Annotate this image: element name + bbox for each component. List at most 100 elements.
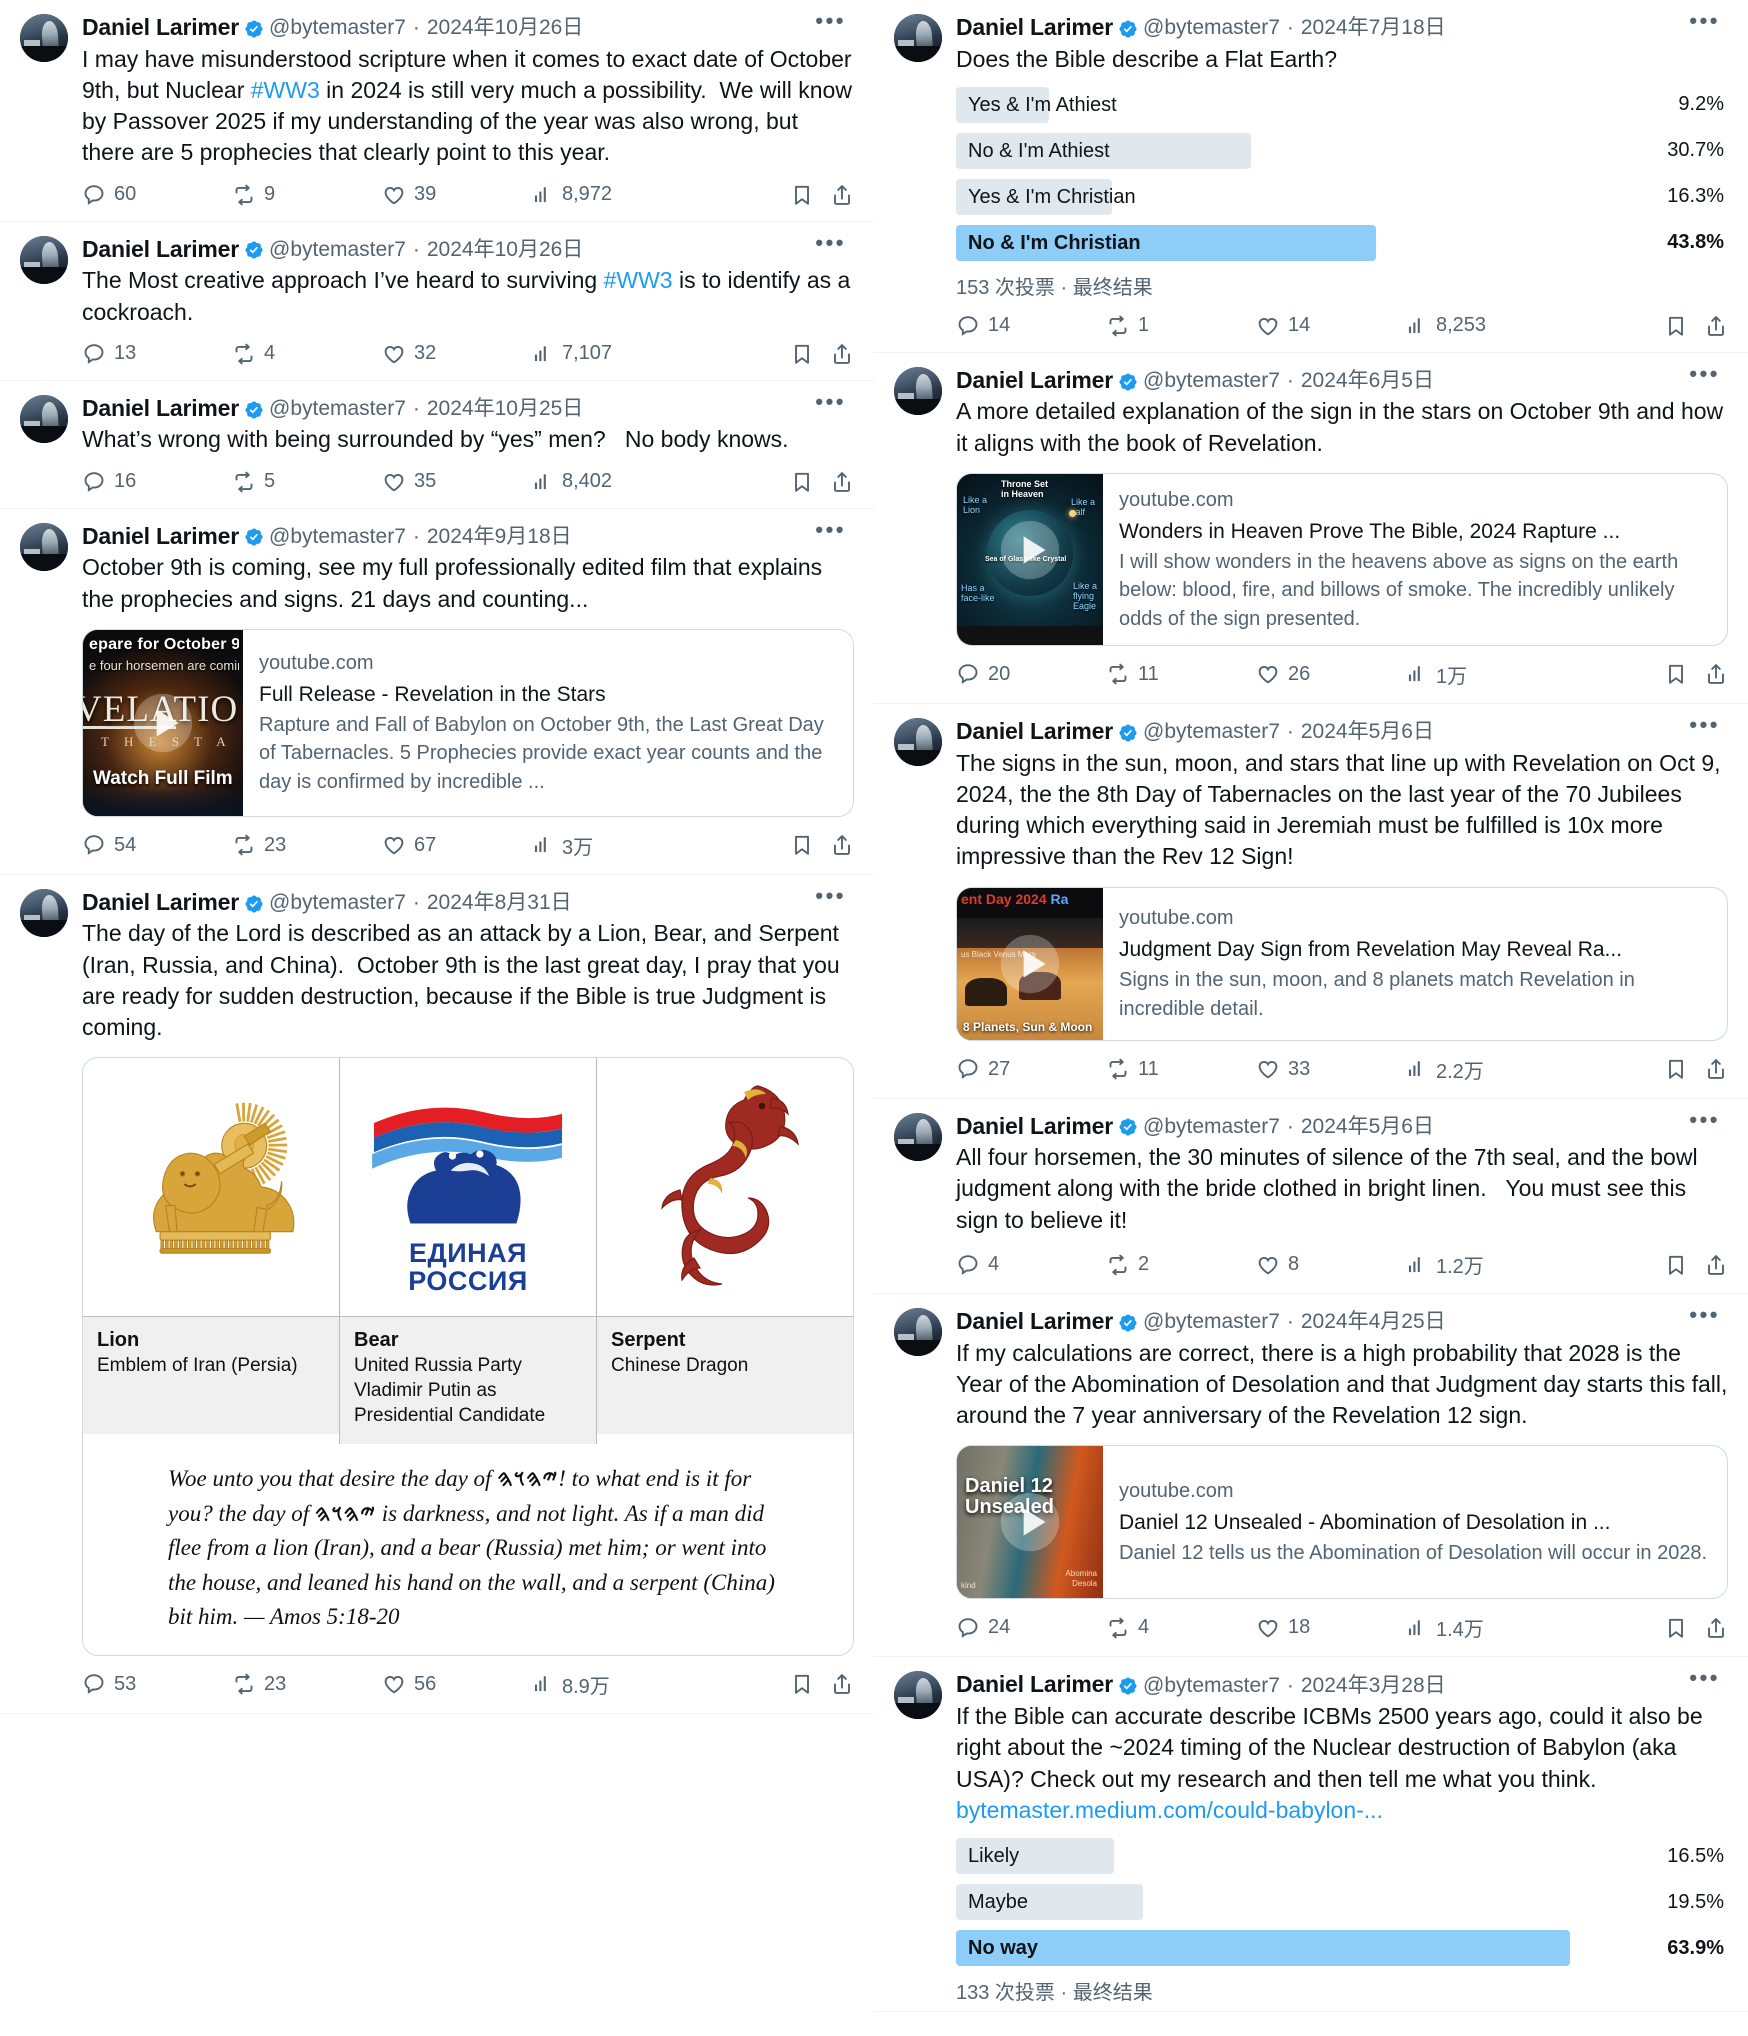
like-button[interactable]: 35: [382, 470, 532, 494]
author-name[interactable]: Daniel Larimer: [82, 14, 239, 42]
card-thumbnail[interactable]: epare for October 9 e four horsemen are c…: [83, 629, 243, 816]
tweet[interactable]: ••• Daniel Larimer @bytemaster7 · 2024年7月18日…: [874, 0, 1748, 353]
author-name[interactable]: Daniel Larimer: [82, 523, 239, 551]
author-handle[interactable]: @bytemaster7: [269, 890, 406, 915]
author-name[interactable]: Daniel Larimer: [956, 718, 1113, 746]
author-handle[interactable]: @bytemaster7: [269, 15, 406, 40]
poll-option[interactable]: Yes & I'm Athiest 9.2%: [956, 86, 1728, 123]
avatar[interactable]: [894, 1671, 942, 1720]
poll-option[interactable]: No & I'm Christian 43.8%: [956, 224, 1728, 261]
views-button[interactable]: 8.9万: [532, 1670, 682, 1699]
more-options-icon[interactable]: •••: [811, 231, 850, 253]
tweet-timestamp[interactable]: 2024年4月25日: [1301, 1309, 1446, 1334]
like-button[interactable]: 18: [1256, 1616, 1406, 1640]
like-button[interactable]: 33: [1256, 1057, 1406, 1081]
more-options-icon[interactable]: •••: [811, 884, 850, 906]
retweet-button[interactable]: 4: [1106, 1616, 1256, 1640]
avatar[interactable]: [20, 888, 68, 937]
bookmark-button[interactable]: [758, 470, 814, 494]
tweet-timestamp[interactable]: 2024年5月6日: [1301, 1114, 1434, 1139]
share-button[interactable]: [1688, 662, 1728, 686]
image-collage[interactable]: Lion Emblem of Iran (Persia) ЕДИНАЯ РОССИЯ B…: [82, 1057, 854, 1656]
more-options-icon[interactable]: •••: [811, 518, 850, 540]
retweet-button[interactable]: 4: [232, 342, 382, 366]
reply-button[interactable]: 16: [82, 470, 232, 494]
tweet[interactable]: ••• Daniel Larimer @bytemaster7 · 2024年5月6日 A…: [874, 1098, 1748, 1295]
author-handle[interactable]: @bytemaster7: [1143, 1309, 1280, 1334]
tweet-timestamp[interactable]: 2024年5月6日: [1301, 719, 1434, 744]
play-button-icon[interactable]: [999, 519, 1061, 581]
reply-button[interactable]: 13: [82, 342, 232, 366]
link-preview-card[interactable]: Throne Set in Heaven Like a Lion Like a calf S…: [956, 472, 1728, 646]
more-options-icon[interactable]: •••: [811, 10, 850, 32]
tweet-timestamp[interactable]: 2024年10月26日: [427, 237, 583, 262]
share-button[interactable]: [1688, 1057, 1728, 1081]
tweet[interactable]: ••• Daniel Larimer @bytemaster7 · 2024年10月26…: [0, 0, 874, 222]
tweet-timestamp[interactable]: 2024年6月5日: [1301, 368, 1434, 393]
avatar[interactable]: [894, 14, 942, 62]
bookmark-button[interactable]: [758, 183, 814, 207]
bookmark-button[interactable]: [758, 1672, 814, 1696]
reply-button[interactable]: 24: [956, 1616, 1106, 1640]
views-button[interactable]: 1万: [1406, 660, 1556, 689]
share-button[interactable]: [814, 470, 854, 494]
retweet-button[interactable]: 9: [232, 183, 382, 207]
retweet-button[interactable]: 23: [232, 833, 382, 857]
bookmark-button[interactable]: [1632, 1616, 1688, 1640]
more-options-icon[interactable]: •••: [811, 390, 850, 412]
retweet-button[interactable]: 1: [1106, 314, 1256, 338]
tweet[interactable]: ••• Daniel Larimer @bytemaster7 · 2024年10月25…: [0, 380, 874, 509]
play-button-icon[interactable]: [999, 933, 1061, 995]
author-name[interactable]: Daniel Larimer: [956, 1113, 1113, 1141]
bookmark-button[interactable]: [1632, 662, 1688, 686]
poll-option[interactable]: No & I'm Athiest 30.7%: [956, 132, 1728, 169]
retweet-button[interactable]: 11: [1106, 662, 1256, 686]
hashtag-link[interactable]: #WW3: [604, 267, 673, 293]
like-button[interactable]: 8: [1256, 1253, 1406, 1277]
avatar[interactable]: [20, 235, 68, 284]
tweet[interactable]: ••• Daniel Larimer @bytemaster7 · 2024年10月26…: [0, 221, 874, 381]
bookmark-button[interactable]: [1632, 1057, 1688, 1081]
reply-button[interactable]: 4: [956, 1253, 1106, 1277]
avatar[interactable]: [20, 14, 68, 62]
hashtag-link[interactable]: #WW3: [251, 77, 320, 103]
author-handle[interactable]: @bytemaster7: [269, 396, 406, 421]
author-handle[interactable]: @bytemaster7: [269, 524, 406, 549]
tweet-timestamp[interactable]: 2024年10月26日: [427, 15, 583, 40]
author-handle[interactable]: @bytemaster7: [1143, 1673, 1280, 1698]
author-name[interactable]: Daniel Larimer: [82, 395, 239, 423]
like-button[interactable]: 56: [382, 1672, 532, 1696]
like-button[interactable]: 32: [382, 342, 532, 366]
share-button[interactable]: [814, 342, 854, 366]
more-options-icon[interactable]: •••: [1685, 713, 1724, 735]
views-button[interactable]: 8,972: [532, 183, 682, 206]
views-button[interactable]: 7,107: [532, 342, 682, 365]
bookmark-button[interactable]: [758, 833, 814, 857]
avatar[interactable]: [20, 522, 68, 571]
reply-button[interactable]: 60: [82, 183, 232, 207]
tweet-timestamp[interactable]: 2024年9月18日: [427, 524, 572, 549]
views-button[interactable]: 3万: [532, 831, 682, 860]
bookmark-button[interactable]: [1632, 314, 1688, 338]
link-preview-card[interactable]: ent Day 2024 Ra us Black Venus Mars 8 Plan…: [956, 886, 1728, 1041]
author-handle[interactable]: @bytemaster7: [1143, 719, 1280, 744]
poll-option[interactable]: Yes & I'm Christian 16.3%: [956, 178, 1728, 215]
poll-option[interactable]: No way 63.9%: [956, 1930, 1728, 1967]
views-button[interactable]: 8,402: [532, 470, 682, 493]
retweet-button[interactable]: 5: [232, 470, 382, 494]
avatar[interactable]: [894, 1112, 942, 1161]
avatar[interactable]: [894, 1308, 942, 1357]
retweet-button[interactable]: 2: [1106, 1253, 1256, 1277]
like-button[interactable]: 67: [382, 833, 532, 857]
more-options-icon[interactable]: •••: [1685, 362, 1724, 384]
tweet[interactable]: ••• Daniel Larimer @bytemaster7 · 2024年8月31日…: [0, 874, 874, 1714]
more-options-icon[interactable]: •••: [1685, 10, 1724, 32]
bookmark-button[interactable]: [758, 342, 814, 366]
play-button-icon[interactable]: [999, 1491, 1061, 1553]
tweet[interactable]: ••• Daniel Larimer @bytemaster7 · 2024年5月6日 T…: [874, 703, 1748, 1099]
poll-option[interactable]: Maybe 19.5%: [956, 1884, 1728, 1921]
reply-button[interactable]: 20: [956, 662, 1106, 686]
author-handle[interactable]: @bytemaster7: [269, 237, 406, 262]
views-button[interactable]: 1.4万: [1406, 1613, 1556, 1642]
reply-button[interactable]: 27: [956, 1057, 1106, 1081]
